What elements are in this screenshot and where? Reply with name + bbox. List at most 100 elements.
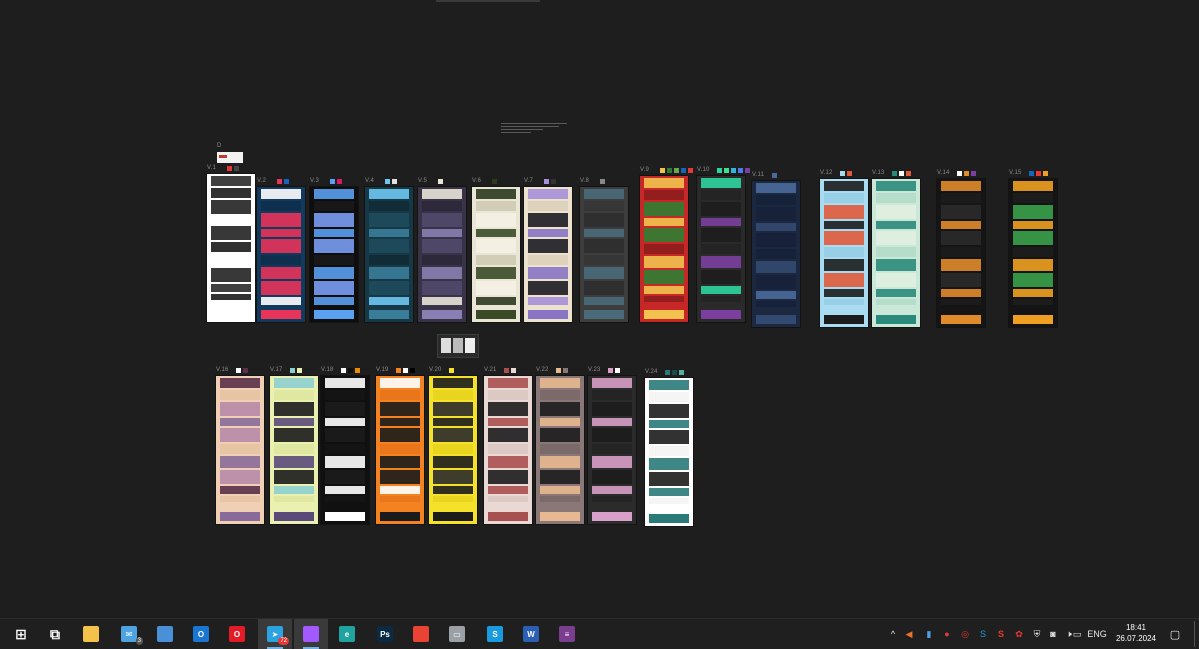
color-swatch[interactable] <box>438 179 443 184</box>
color-swatch[interactable] <box>717 168 722 173</box>
color-swatch[interactable] <box>341 368 346 373</box>
frame-label[interactable]: V.16 <box>216 367 229 373</box>
frame-label[interactable]: V.23 <box>588 367 601 373</box>
tray-app-icon[interactable]: ● <box>940 619 954 649</box>
frame-label[interactable]: V.20 <box>429 367 442 373</box>
language-indicator[interactable]: ENG <box>1086 619 1108 649</box>
color-swatch[interactable] <box>731 168 736 173</box>
color-swatch[interactable] <box>348 368 353 373</box>
color-swatch[interactable] <box>227 166 232 171</box>
color-swatch[interactable] <box>899 171 904 176</box>
canvas-text-note[interactable] <box>501 123 571 135</box>
design-frame[interactable] <box>365 187 413 322</box>
task-view-button[interactable]: ⧉ <box>38 619 72 649</box>
color-swatch[interactable] <box>674 168 679 173</box>
color-swatch[interactable] <box>615 368 620 373</box>
frame-label[interactable]: V.3 <box>310 178 319 184</box>
design-frame[interactable] <box>536 376 584 524</box>
frame-label[interactable]: V.24 <box>645 369 658 375</box>
design-frame[interactable] <box>216 376 264 524</box>
tray-storage-icon[interactable]: ▮ <box>922 619 936 649</box>
color-swatch[interactable] <box>840 171 845 176</box>
color-swatch[interactable] <box>971 171 976 176</box>
frame-label[interactable]: V.14 <box>937 170 950 176</box>
canvas-top-scrollbar[interactable] <box>436 0 540 2</box>
color-swatch[interactable] <box>906 171 911 176</box>
defender-shield-icon[interactable]: ⛨ <box>1030 619 1044 649</box>
show-desktop-button[interactable] <box>1194 621 1195 647</box>
mini-frame-group[interactable] <box>438 335 478 357</box>
figma-canvas[interactable]: D V.1 V.2 V.3 V.4 V.5 V.6 V.7 V.8 V.9 V.10 V.11 V.1… <box>0 0 1199 618</box>
tray-app-icon[interactable]: S <box>994 619 1008 649</box>
frame-label[interactable]: V.11 <box>752 172 764 178</box>
design-frame[interactable] <box>472 187 520 322</box>
frame-label[interactable]: V.22 <box>536 367 549 373</box>
color-swatch[interactable] <box>290 368 295 373</box>
color-swatch[interactable] <box>403 368 408 373</box>
tray-app-icon[interactable]: ◀ <box>902 619 916 649</box>
color-swatch[interactable] <box>1029 171 1034 176</box>
mail-button[interactable]: ✉ 3 <box>112 619 146 649</box>
color-swatch[interactable] <box>544 179 549 184</box>
color-swatch[interactable] <box>667 168 672 173</box>
design-frame[interactable] <box>588 376 636 524</box>
frame-label[interactable]: V.19 <box>376 367 389 373</box>
color-swatch[interactable] <box>1036 171 1041 176</box>
design-frame[interactable] <box>640 176 688 322</box>
color-swatch[interactable] <box>355 368 360 373</box>
color-swatch[interactable] <box>847 171 852 176</box>
design-frame[interactable] <box>310 187 358 322</box>
color-swatch[interactable] <box>410 368 415 373</box>
frame-label[interactable]: V.5 <box>418 178 427 184</box>
tray-opera-icon[interactable]: ◎ <box>958 619 972 649</box>
design-frame[interactable] <box>207 174 255 322</box>
color-swatch[interactable] <box>337 179 342 184</box>
frame-label[interactable]: V.1 <box>207 165 216 171</box>
chrome-button[interactable] <box>404 619 438 649</box>
frame-label[interactable]: V.2 <box>257 178 266 184</box>
color-swatch[interactable] <box>665 370 670 375</box>
color-swatch[interactable] <box>608 368 613 373</box>
color-swatch[interactable] <box>392 179 397 184</box>
taskbar-clock[interactable]: 18:41 26.07.2024 <box>1112 622 1160 644</box>
tray-skype-icon[interactable]: S <box>976 619 990 649</box>
outlook-button[interactable]: O <box>184 619 218 649</box>
design-frame[interactable] <box>321 376 369 524</box>
frame-label[interactable]: V.6 <box>472 178 481 184</box>
frame-label[interactable]: V.4 <box>365 178 374 184</box>
color-swatch[interactable] <box>772 173 777 178</box>
color-swatch[interactable] <box>330 179 335 184</box>
design-frame[interactable] <box>697 176 745 322</box>
design-frame[interactable] <box>820 179 868 327</box>
color-swatch[interactable] <box>236 368 241 373</box>
design-frame[interactable] <box>645 378 693 526</box>
color-swatch[interactable] <box>243 368 248 373</box>
color-swatch[interactable] <box>1043 171 1048 176</box>
color-swatch[interactable] <box>957 171 962 176</box>
remote-desktop-button[interactable]: ▭ <box>440 619 474 649</box>
frame-label[interactable]: V.7 <box>524 178 533 184</box>
frame-label[interactable]: V.13 <box>872 170 885 176</box>
design-frame[interactable] <box>418 187 466 322</box>
color-swatch[interactable] <box>504 368 509 373</box>
frame-label[interactable]: V.10 <box>697 167 710 173</box>
show-hidden-icons-chevron-icon[interactable]: ^ <box>886 619 900 649</box>
design-frame[interactable] <box>524 187 572 322</box>
color-swatch[interactable] <box>600 179 605 184</box>
color-swatch[interactable] <box>511 368 516 373</box>
design-frame[interactable] <box>752 181 800 327</box>
color-swatch[interactable] <box>449 368 454 373</box>
color-swatch[interactable] <box>385 179 390 184</box>
tray-app-icon[interactable]: ✿ <box>1012 619 1026 649</box>
frame-label[interactable]: V.9 <box>640 167 649 173</box>
rar-button[interactable]: ≡ <box>550 619 584 649</box>
figma-button[interactable] <box>294 619 328 649</box>
design-frame[interactable] <box>270 376 318 524</box>
frame-label[interactable]: V.17 <box>270 367 283 373</box>
design-frame[interactable] <box>484 376 532 524</box>
color-swatch[interactable] <box>563 368 568 373</box>
frame-label[interactable]: V.15 <box>1009 170 1022 176</box>
design-frame[interactable] <box>429 376 477 524</box>
color-swatch[interactable] <box>688 168 693 173</box>
color-swatch[interactable] <box>551 179 556 184</box>
